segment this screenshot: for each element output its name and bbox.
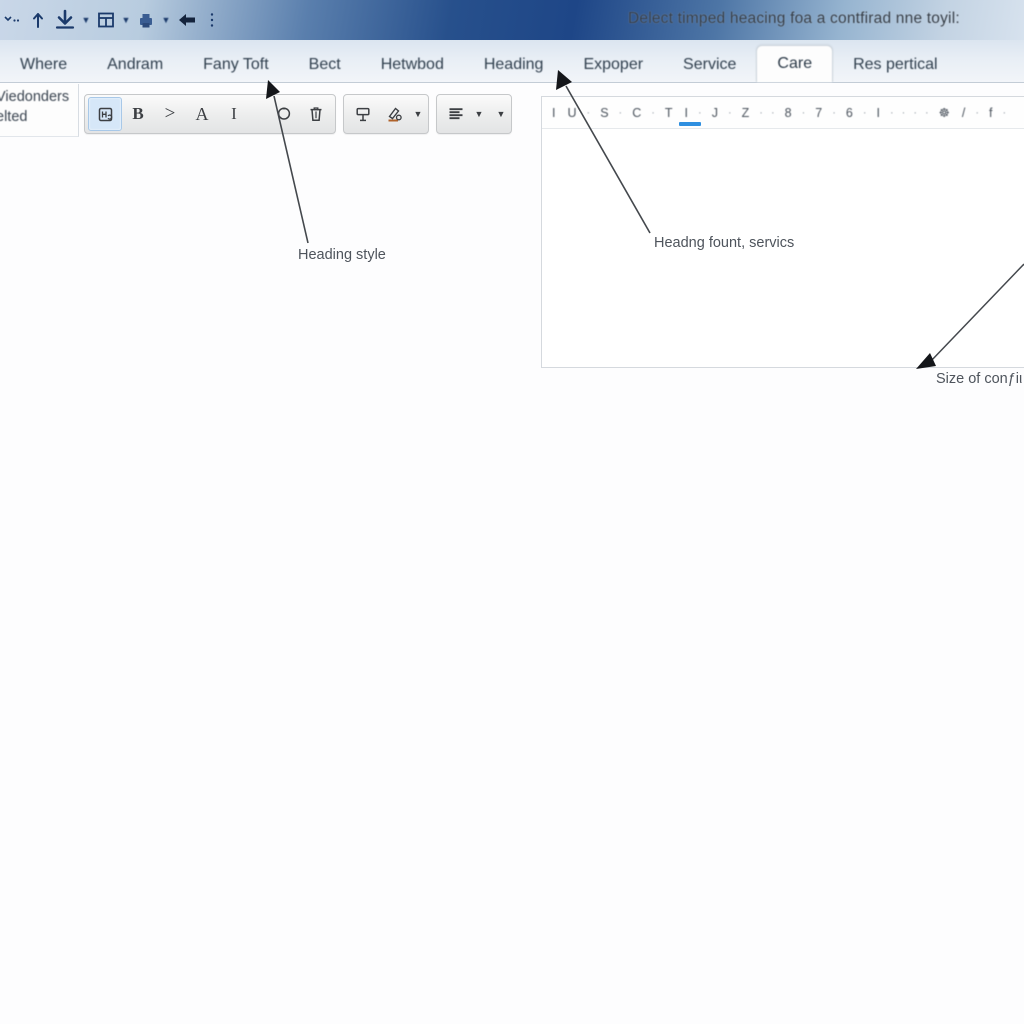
window-title: Delect timped heacing foa a contfirad nn… xyxy=(628,10,960,27)
download-dropdown-caret-icon[interactable]: ▼ xyxy=(80,15,92,25)
overflow-menu-icon[interactable] xyxy=(202,11,222,29)
quick-access-toolbar: ▼ ▼ ▼ xyxy=(0,4,222,36)
ruler-mark: T xyxy=(664,105,673,120)
tab-where[interactable]: Where xyxy=(0,48,87,82)
ruler-mark: 6 xyxy=(845,105,853,120)
trash-icon[interactable] xyxy=(300,98,332,130)
text-style-icon[interactable]: A xyxy=(186,98,218,130)
ruler-mark: · xyxy=(889,106,894,119)
sidebar-panel: Viedonders elted xyxy=(0,84,79,137)
tab-heading[interactable]: Heading xyxy=(464,48,564,82)
ruler-mark: · xyxy=(901,106,906,119)
sidebar-label-line1: Viedonders xyxy=(0,89,70,105)
clear-format-icon[interactable] xyxy=(347,98,379,130)
title-bar: ▼ ▼ ▼ Delect timped heacing foa a contfi… xyxy=(0,0,1024,40)
ruler-mark: · xyxy=(913,106,917,119)
tab-strip: Where Andram Fany Toft Bect Hetwbod Head… xyxy=(0,40,1024,83)
annotation-heading-style-label: Heading style xyxy=(298,247,386,263)
tab-care[interactable]: Care xyxy=(756,45,834,82)
ruler-mark: · xyxy=(924,106,929,119)
ruler-marks: I U · S · C · T I · J · Z · · 8 · 7 · 6 … xyxy=(542,105,1010,121)
ruler-mark: 7 xyxy=(815,105,823,120)
ruler-mark: I xyxy=(876,105,880,120)
print-dropdown-caret-icon[interactable]: ▼ xyxy=(160,15,172,25)
ruler-mark: · xyxy=(698,106,702,119)
tab-bect[interactable]: Bect xyxy=(289,48,361,82)
ruler-tab-stop-indicator[interactable] xyxy=(679,122,701,126)
toolbar-group-align: ▼ ▼ xyxy=(436,94,512,134)
tab-list: Where Andram Fany Toft Bect Hetwbod Head… xyxy=(0,40,958,82)
ruler-mark: · xyxy=(832,106,836,119)
ruler-mark: / xyxy=(961,105,966,120)
ruler-mark: · xyxy=(618,106,623,119)
tab-hetwbod[interactable]: Hetwbod xyxy=(361,48,464,82)
upload-arrow-icon[interactable] xyxy=(26,11,50,29)
ruler-mark: C xyxy=(632,105,642,120)
ruler-mark: I xyxy=(684,105,689,120)
ruler-mark: · xyxy=(759,106,763,119)
document-panel: I U · S · C · T I · J · Z · · 8 · 7 · 6 … xyxy=(541,96,1024,368)
ruler[interactable]: I U · S · C · T I · J · Z · · 8 · 7 · 6 … xyxy=(542,97,1024,129)
chevron-small-icon[interactable] xyxy=(0,12,26,28)
ruler-mark: · xyxy=(586,106,591,119)
ruler-mark: Z xyxy=(741,105,750,120)
toolbar-group-text-format: B > A I xyxy=(84,94,336,134)
ruler-mark: J xyxy=(711,105,718,120)
more-options-caret-icon[interactable]: ▼ xyxy=(494,98,508,130)
ruler-mark: · xyxy=(651,106,655,119)
ruler-mark: I xyxy=(552,105,556,120)
download-arrow-icon[interactable] xyxy=(50,9,80,31)
annotation-heading-font-label: Headng fount, servics xyxy=(654,235,795,251)
ruler-mark: · xyxy=(862,106,867,119)
highlight-color-icon[interactable] xyxy=(379,98,411,130)
ruler-mark: · xyxy=(801,106,806,119)
ruler-mark: · xyxy=(1002,106,1007,119)
heading-style-icon[interactable] xyxy=(88,97,122,131)
circle-shape-icon[interactable] xyxy=(268,98,300,130)
ruler-mark: · xyxy=(727,106,732,119)
highlight-dropdown-caret-icon[interactable]: ▼ xyxy=(411,98,425,130)
align-dropdown-caret-icon[interactable]: ▼ xyxy=(472,98,486,130)
print-icon[interactable] xyxy=(132,10,160,30)
align-icon[interactable] xyxy=(440,98,472,130)
ruler-mark: · xyxy=(975,106,980,119)
undo-arrow-icon[interactable] xyxy=(172,10,202,30)
tab-res-pertical[interactable]: Res pertical xyxy=(833,48,957,82)
tab-fany-toft[interactable]: Fany Toft xyxy=(183,48,289,82)
bold-icon[interactable]: B xyxy=(122,98,154,130)
ruler-mark: · xyxy=(770,106,775,119)
tab-expoper[interactable]: Expoper xyxy=(563,48,663,82)
ruler-mark: f xyxy=(989,105,993,120)
ruler-mark: S xyxy=(600,105,609,120)
format-toolbar: B > A I ▼ ▼ ▼ xyxy=(84,94,512,134)
annotation-size-content-label: Size of conƒiι xyxy=(936,371,1023,387)
toolbar-group-style: ▼ xyxy=(343,94,429,134)
ruler-mark: ☸ xyxy=(938,106,950,120)
sidebar-label-line2: elted xyxy=(0,109,28,125)
ruler-mark: U xyxy=(567,105,577,120)
table-dropdown-caret-icon[interactable]: ▼ xyxy=(120,15,132,25)
table-icon[interactable] xyxy=(92,10,120,30)
tab-andram[interactable]: Andram xyxy=(87,48,183,82)
tab-service[interactable]: Service xyxy=(663,48,756,82)
quote-icon[interactable]: > xyxy=(154,98,186,130)
ruler-mark: 8 xyxy=(784,105,792,120)
italic-icon[interactable]: I xyxy=(218,98,250,130)
